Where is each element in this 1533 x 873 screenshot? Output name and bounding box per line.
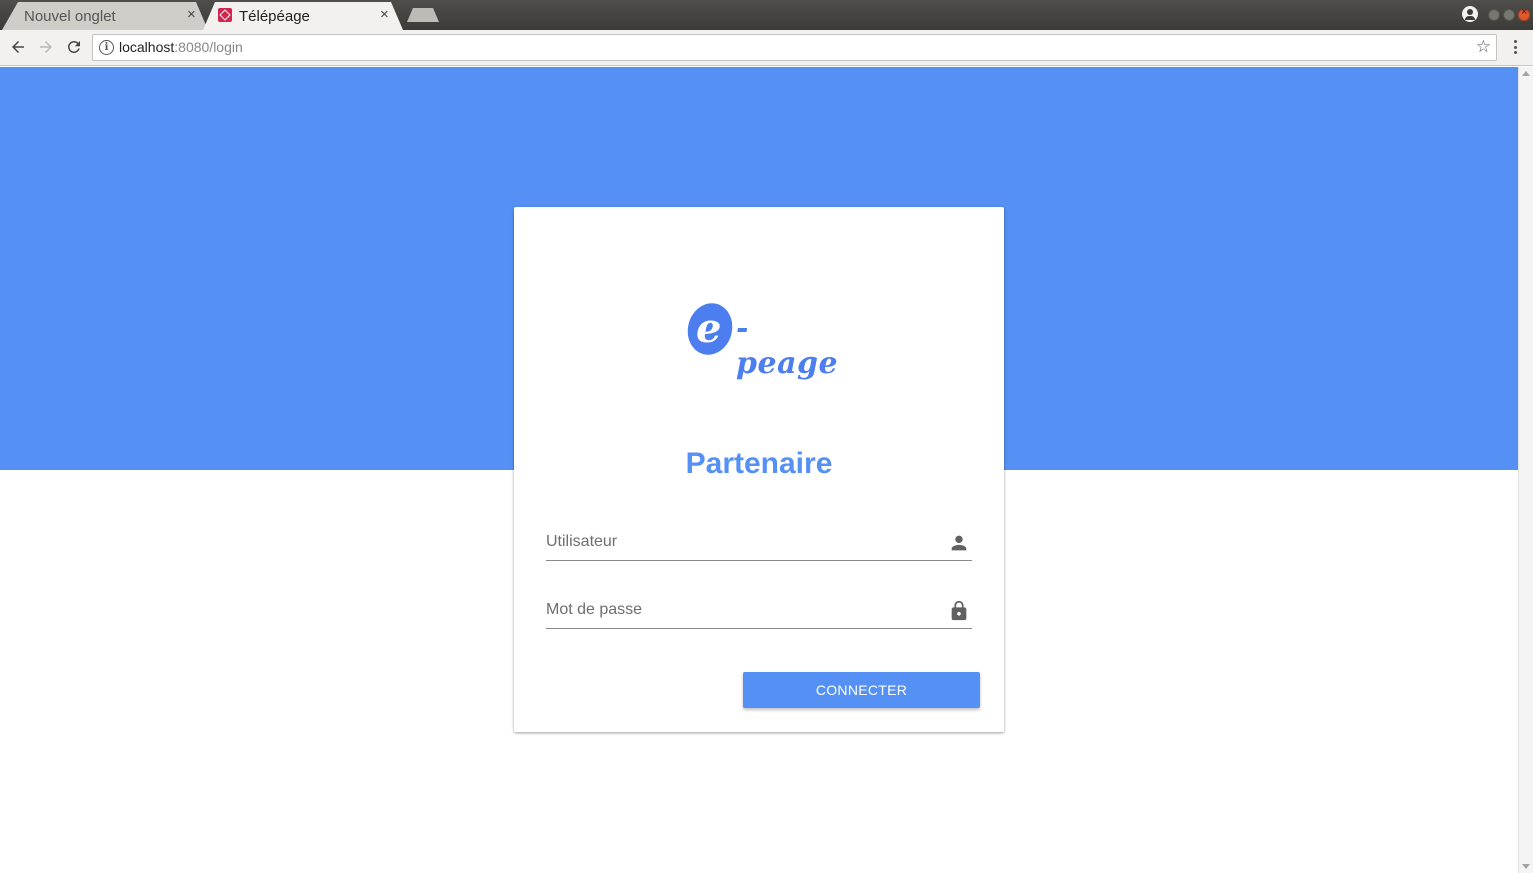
login-card: e -peage Partenaire CONNECTER [514,207,1004,732]
arrow-left-icon [12,41,24,53]
scroll-down-icon[interactable] [1522,864,1530,869]
info-icon[interactable]: i [99,40,114,55]
tab-close-icon[interactable]: × [187,6,196,23]
browser-toolbar: i localhost:8080/login ☆ [0,30,1533,66]
maximize-window-button[interactable] [1503,9,1515,21]
forward-button[interactable] [35,36,57,58]
close-window-button[interactable] [1518,6,1530,21]
scroll-up-icon[interactable] [1522,71,1530,76]
username-field[interactable] [546,525,972,561]
url-text[interactable]: localhost:8080/login [119,39,243,55]
password-input[interactable] [546,593,942,627]
person-icon [951,535,967,551]
vertical-scrollbar[interactable] [1518,67,1533,873]
page-viewport: e -peage Partenaire CONNECTER [0,67,1518,873]
page-title: Partenaire [685,447,833,480]
back-button[interactable] [7,36,29,58]
url-host: localhost [119,39,175,55]
url-path: :8080/login [174,39,243,55]
kebab-menu-icon[interactable] [1509,38,1521,56]
minimize-window-button[interactable] [1488,9,1500,21]
epeage-logo: e -peage [682,298,838,381]
lock-icon [951,600,967,621]
connect-button[interactable]: CONNECTER [743,672,980,708]
arrow-right-icon [40,41,52,53]
new-tab-button[interactable] [407,8,439,22]
reload-button[interactable] [63,36,85,58]
reload-icon [68,41,80,53]
tab-close-icon[interactable]: × [380,6,389,23]
tab-new-tab[interactable]: Nouvel onglet × [2,2,208,30]
address-bar[interactable]: i localhost:8080/login ☆ [92,34,1497,61]
tab-telepeage[interactable]: Télépéage × [203,2,403,30]
browser-tab-strip: Nouvel onglet × Télépéage × [0,0,1533,30]
password-field[interactable] [546,593,972,629]
tab-title: Télépéage [239,7,310,25]
username-input[interactable] [546,525,942,559]
profile-icon[interactable] [1462,6,1478,22]
tab-title: Nouvel onglet [24,7,116,25]
favicon-icon [218,8,232,22]
logo-letter: e [696,305,722,352]
star-icon[interactable]: ☆ [1476,37,1491,57]
logo-text: -peage [736,311,839,381]
